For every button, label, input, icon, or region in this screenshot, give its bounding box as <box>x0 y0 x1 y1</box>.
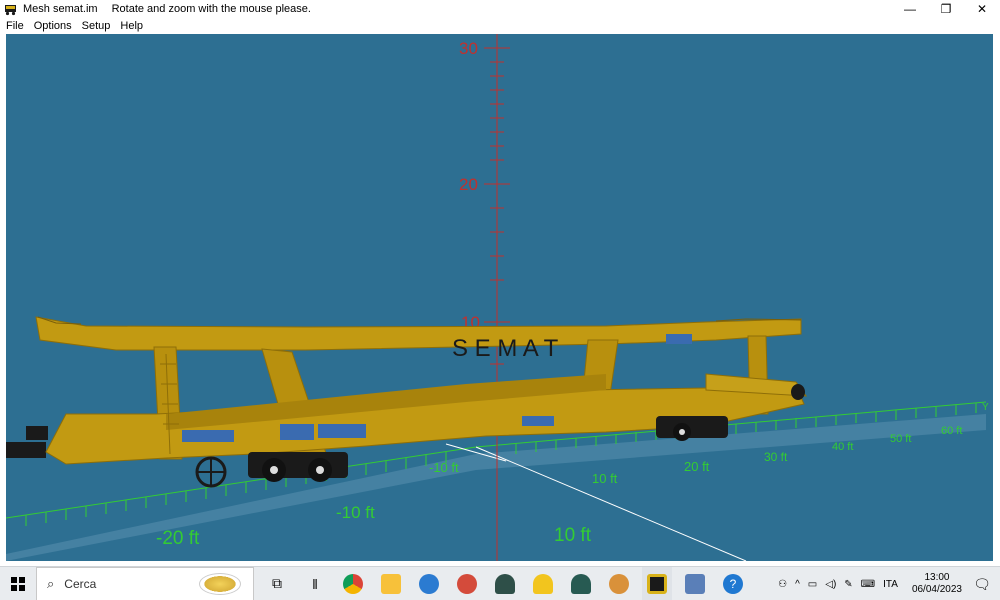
menu-options[interactable]: Options <box>34 20 72 32</box>
3d-viewport[interactable]: 30 20 10 -20 ft -10 ft -10 ft 10 ft 20 f… <box>6 34 993 561</box>
scene-svg: 30 20 10 -20 ft -10 ft -10 ft 10 ft 20 f… <box>6 34 989 561</box>
locomotive-green-icon <box>571 573 591 594</box>
train-app-icon <box>5 4 16 15</box>
app-button-9-active[interactable] <box>642 566 672 600</box>
restore-button[interactable]: ❐ <box>928 0 964 18</box>
info-plate-3 <box>318 424 366 438</box>
clock-date: 06/04/2023 <box>911 584 962 595</box>
search-placeholder: Cerca <box>64 576 97 591</box>
left-buffer <box>6 442 46 458</box>
task-view-icon: ⧉ <box>272 575 282 591</box>
system-tray: ⚇ ^ ▭ ◁) ✎ ⌨ ITA 13:00 06/04/2023 🗨 <box>770 567 1000 600</box>
train-yellow-icon <box>533 573 553 594</box>
file-explorer-button[interactable] <box>376 567 406 600</box>
info-plate-1 <box>182 430 234 442</box>
app-button-5[interactable] <box>490 567 520 600</box>
wagon-brand-text: S E M A T <box>452 335 559 362</box>
taskbar-search[interactable]: ⌕ Cerca <box>36 566 254 600</box>
menu-file[interactable]: File <box>6 20 24 32</box>
taskbar: ⌕ Cerca ⧉ ‖ ? ⚇ ^ ▭ ◁) ✎ ⌨ ITA 13:00 06/… <box>0 566 1000 600</box>
right-bogie <box>656 416 728 441</box>
clock-time: 13:00 <box>924 572 950 583</box>
window-hint: Rotate and zoom with the mouse please. <box>111 3 311 15</box>
window-controls: — ❐ ✕ <box>892 0 1000 18</box>
blue-app-icon <box>419 573 439 594</box>
vaxis-label-30: 30 <box>459 39 478 58</box>
search-highlight-image <box>199 572 241 595</box>
app-button-10[interactable] <box>680 567 710 600</box>
bug-icon <box>609 573 629 594</box>
people-icon[interactable]: ⚇ <box>778 579 787 590</box>
chrome-icon <box>343 573 363 594</box>
floor-label-minus10: -10 ft <box>336 503 375 522</box>
app-button-3[interactable] <box>414 567 444 600</box>
floor-label-50: 50 ft <box>890 433 911 445</box>
monitor-app-icon <box>685 573 705 594</box>
locomotive-icon <box>495 573 515 594</box>
info-plate-2 <box>280 424 314 440</box>
notifications-icon[interactable]: 🗨 <box>972 574 992 594</box>
divider-icon: ‖ <box>312 575 318 592</box>
chrome-app-button[interactable] <box>338 567 368 600</box>
windows-logo-icon <box>11 576 25 591</box>
application-window: Mesh semat.im Rotate and zoom with the m… <box>0 0 1000 600</box>
volume-icon[interactable]: ◁) <box>825 579 836 590</box>
menu-setup[interactable]: Setup <box>82 20 111 32</box>
floor-label-30: 30 ft <box>764 450 788 464</box>
language-indicator[interactable]: ITA <box>883 579 898 590</box>
floor-label-40: 40 ft <box>832 441 853 453</box>
app-button-6[interactable] <box>528 567 558 600</box>
taskbar-divider-button[interactable]: ‖ <box>300 567 330 600</box>
floor-label-front-10: 10 ft <box>554 525 592 546</box>
floor-label-60: 60 ft <box>941 425 962 437</box>
help-icon: ? <box>723 573 743 594</box>
keyboard-icon[interactable]: ⌨ <box>861 579 875 590</box>
app-button-4[interactable] <box>452 567 482 600</box>
search-icon: ⌕ <box>47 575 55 591</box>
menu-help[interactable]: Help <box>120 20 143 32</box>
app-button-7[interactable] <box>566 567 596 600</box>
window-title: Mesh semat.im <box>23 3 98 15</box>
left-bogie <box>248 452 348 482</box>
floor-label-20: 20 ft <box>684 459 710 474</box>
close-button[interactable]: ✕ <box>964 0 1000 18</box>
floor-label-10: 10 ft <box>592 471 618 486</box>
folder-icon <box>381 573 401 594</box>
minimize-button[interactable]: — <box>892 0 928 18</box>
upper-deck <box>35 316 802 351</box>
floor-label-near-minus10: -10 ft <box>429 460 459 475</box>
help-app-button[interactable]: ? <box>718 567 748 600</box>
network-icon[interactable]: ▭ <box>808 579 817 590</box>
pen-icon[interactable]: ✎ <box>844 579 852 590</box>
floor-axis-letter: Y <box>982 402 989 413</box>
title-bar: Mesh semat.im Rotate and zoom with the m… <box>0 0 1000 18</box>
mesh-viewer-icon <box>647 573 667 594</box>
chevron-up-icon[interactable]: ^ <box>795 579 800 590</box>
menu-bar: File Options Setup Help <box>0 18 1000 34</box>
start-button[interactable] <box>0 567 36 600</box>
task-view-button[interactable]: ⧉ <box>262 567 292 600</box>
clock[interactable]: 13:00 06/04/2023 <box>912 572 962 596</box>
app-button-8[interactable] <box>604 567 634 600</box>
vaxis-label-20: 20 <box>459 175 478 194</box>
floor-label-minus20: -20 ft <box>156 528 200 549</box>
red-app-icon <box>457 573 477 594</box>
